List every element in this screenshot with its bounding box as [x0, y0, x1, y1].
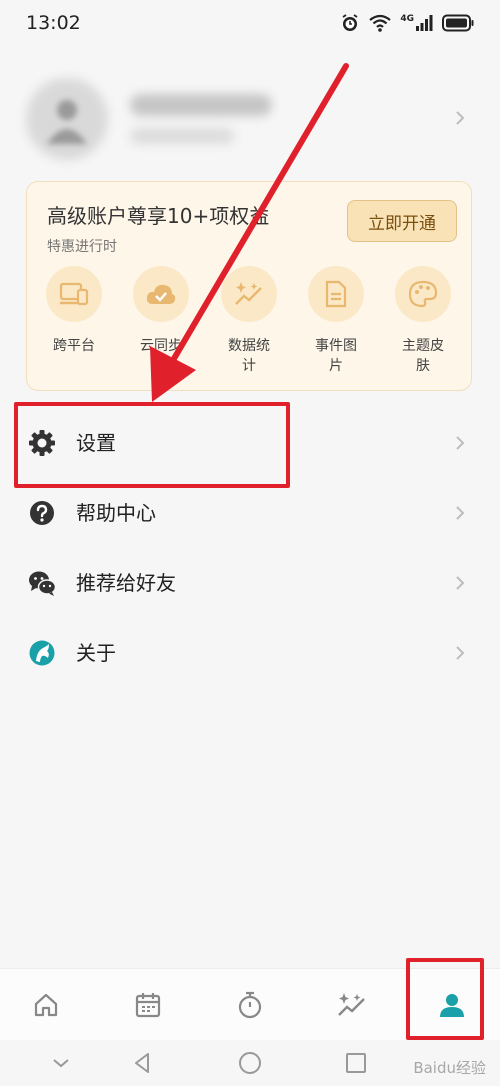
- devices-icon: [46, 266, 102, 322]
- document-icon: [308, 266, 364, 322]
- chevron-right-icon: [456, 646, 465, 660]
- timer-icon: [238, 991, 262, 1019]
- premium-title: 高级账户尊享10+项权益: [47, 204, 270, 228]
- tab-calendar[interactable]: [130, 987, 166, 1023]
- menu-label: 关于: [76, 641, 116, 665]
- profile-subtitle-blurred: [130, 128, 234, 144]
- calendar-icon: [135, 993, 161, 1018]
- sparkle-chart-icon: [221, 266, 277, 322]
- wechat-icon: [29, 571, 56, 596]
- feature-cloud-sync[interactable]: 云同步: [123, 266, 199, 356]
- recents-icon[interactable]: [343, 1050, 369, 1076]
- alarm-icon: [340, 13, 360, 33]
- menu-item-about[interactable]: 关于: [0, 618, 500, 688]
- battery-icon: [442, 14, 474, 32]
- status-icons: 4G: [340, 13, 474, 33]
- menu-label: 帮助中心: [76, 501, 156, 525]
- signal-4g-icon: 4G: [400, 15, 433, 31]
- chevron-right-icon: [456, 436, 465, 450]
- feature-label: 云同步: [140, 338, 182, 354]
- profile-name-blurred: [130, 94, 272, 116]
- system-nav-bar: Baidu经验: [0, 1040, 500, 1086]
- wifi-icon: [369, 14, 392, 32]
- feature-theme-skins[interactable]: 主题皮肤: [385, 266, 461, 376]
- question-icon: [30, 501, 54, 525]
- watermark: Baidu经验: [413, 1059, 486, 1077]
- feature-cross-platform[interactable]: 跨平台: [36, 266, 112, 356]
- palette-icon: [395, 266, 451, 322]
- premium-card[interactable]: 高级账户尊享10+项权益 特惠进行时 立即开通 跨平台 云同步 数据统计 事件图…: [26, 181, 472, 391]
- cloud-check-icon: [133, 266, 189, 322]
- chevron-right-icon: [456, 576, 465, 590]
- user-avatar-icon: [47, 100, 87, 144]
- feature-label: 主题皮肤: [402, 338, 444, 374]
- menu-item-help-center[interactable]: 帮助中心: [0, 478, 500, 548]
- tab-home[interactable]: [28, 987, 64, 1023]
- feature-label: 数据统计: [228, 338, 270, 374]
- app-logo-icon: [29, 640, 55, 666]
- profile-header[interactable]: [0, 70, 500, 170]
- status-bar: 13:02 4G: [0, 0, 500, 46]
- feature-label: 跨平台: [53, 338, 95, 354]
- back-icon[interactable]: [130, 1050, 156, 1076]
- menu-item-recommend[interactable]: 推荐给好友: [0, 548, 500, 618]
- annotation-box-settings: [14, 402, 290, 488]
- menu-label: 推荐给好友: [76, 571, 176, 595]
- status-time: 13:02: [26, 12, 81, 34]
- premium-subtitle: 特惠进行时: [47, 239, 117, 255]
- feature-label: 事件图片: [315, 338, 357, 374]
- annotation-box-profile-tab: [406, 958, 484, 1040]
- stats-icon: [338, 993, 365, 1016]
- feature-event-images[interactable]: 事件图片: [298, 266, 374, 376]
- tab-stats[interactable]: [334, 987, 370, 1023]
- chevron-right-icon: [456, 111, 465, 125]
- home-circle-icon[interactable]: [237, 1050, 263, 1076]
- activate-button[interactable]: 立即开通: [347, 200, 457, 242]
- feature-data-stats[interactable]: 数据统计: [211, 266, 287, 376]
- tab-timer[interactable]: [232, 987, 268, 1023]
- collapse-icon[interactable]: [48, 1050, 74, 1076]
- chevron-right-icon: [456, 506, 465, 520]
- network-label: 4G: [400, 14, 414, 24]
- home-icon: [34, 993, 58, 1017]
